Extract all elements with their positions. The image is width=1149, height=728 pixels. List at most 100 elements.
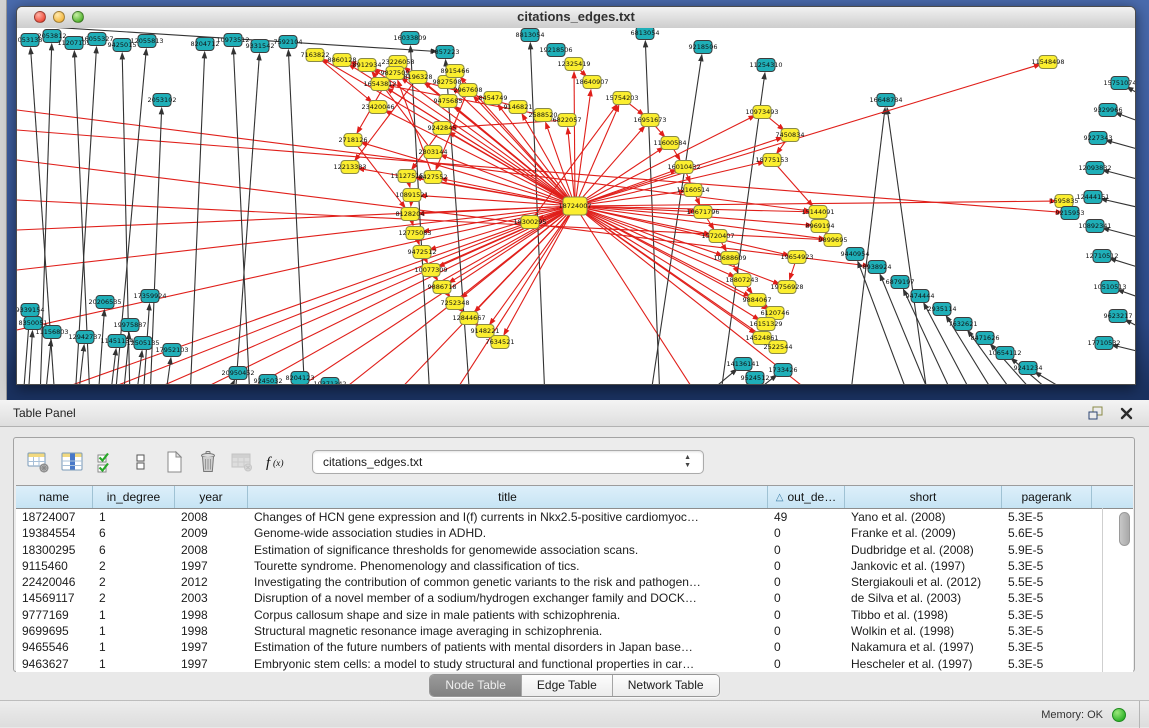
table-cell: 2: [93, 590, 175, 606]
column-header-year[interactable]: year: [175, 486, 248, 508]
table-cell: 0: [768, 623, 845, 639]
rows-icon[interactable]: [126, 448, 153, 476]
table-cell: 18300295: [16, 542, 93, 558]
delete-icon[interactable]: [194, 448, 221, 476]
close-window-button[interactable]: [34, 11, 46, 23]
window-titlebar[interactable]: citations_edges.txt: [17, 7, 1135, 29]
table-row[interactable]: 1830029562008Estimation of significance …: [16, 542, 1133, 558]
column-header-in_degree[interactable]: in_degree: [93, 486, 175, 508]
table-row[interactable]: 946362711997Embryonic stem cells: a mode…: [16, 656, 1133, 672]
graph-node-label: 10671796: [686, 208, 719, 216]
tab-network-table[interactable]: Network Table: [613, 675, 719, 696]
tab-edge-table[interactable]: Edge Table: [522, 675, 613, 696]
minimize-window-button[interactable]: [53, 11, 65, 23]
column-header-title[interactable]: title: [248, 486, 768, 508]
vertical-scrollbar[interactable]: [1119, 512, 1130, 546]
table-content-box: f(x) citations_edges.txt ▲▼ name in_degre…: [13, 437, 1135, 672]
graph-node-label: 9331542: [246, 42, 275, 50]
table-row[interactable]: 969969511998Structural magnetic resonanc…: [16, 623, 1133, 639]
graph-node-label: 19654923: [780, 253, 813, 261]
graph-node-label: 9886718: [428, 283, 457, 291]
table-cell: 0: [768, 542, 845, 558]
graph-node-label: 9524512: [741, 374, 770, 382]
table-row[interactable]: 977716911998Corpus callosum shape and si…: [16, 607, 1133, 623]
float-panel-icon[interactable]: [1087, 406, 1105, 422]
column-header-label: title: [498, 490, 517, 504]
function-builder-icon[interactable]: f(x): [262, 448, 289, 476]
table-row[interactable]: 1456911722003Disruption of a novel membe…: [16, 590, 1133, 606]
table-cell: 9699695: [16, 623, 93, 639]
table-row[interactable]: 946554611997Estimation of the future num…: [16, 639, 1133, 655]
graph-node-label: 8204123: [286, 374, 315, 382]
table-row[interactable]: 1872400712008Changes of HCN gene express…: [16, 509, 1133, 525]
graph-node-label: 19218506: [539, 46, 572, 54]
graph-node-label: 9215953: [1056, 209, 1085, 217]
table-tabbar: Node TableEdge TableNetwork Table: [0, 674, 1149, 696]
memory-status-label: Memory: OK: [1041, 701, 1103, 728]
graph-node-label: 9440954: [841, 250, 870, 258]
table-cell: Estimation of the future numbers of pati…: [248, 639, 768, 655]
table-cell: 5.6E-5: [1002, 525, 1092, 541]
table-cell: 0: [768, 558, 845, 574]
table-cell: 2012: [175, 574, 248, 590]
table-cell: 5.5E-5: [1002, 574, 1092, 590]
table-cell: 2008: [175, 509, 248, 525]
graph-node-label: 2967608: [454, 86, 483, 94]
zoom-window-button[interactable]: [72, 11, 84, 23]
table-cell: 0: [768, 525, 845, 541]
table-cell: 1998: [175, 623, 248, 639]
graph-node-label: 9474444: [906, 292, 935, 300]
graph-node-label: 16033809: [393, 34, 426, 42]
table-row[interactable]: 1938455462009Genome-wide association stu…: [16, 525, 1133, 541]
table-row[interactable]: 911546021997Tourette syndrome. Phenomeno…: [16, 558, 1133, 574]
table-selector-combobox[interactable]: citations_edges.txt ▲▼: [312, 450, 704, 474]
column-header-pagerank[interactable]: pagerank: [1002, 486, 1092, 508]
table-panel-title: Table Panel: [13, 406, 76, 420]
graph-node-label: 20206535: [88, 298, 121, 306]
column-header-label: pagerank: [1021, 490, 1071, 504]
table-cell: 9465546: [16, 639, 93, 655]
table-cell: 5.3E-5: [1002, 656, 1092, 672]
table-cell: 1: [93, 509, 175, 525]
column-header-short[interactable]: short: [845, 486, 1002, 508]
table-row[interactable]: 2242004622012Investigating the contribut…: [16, 574, 1133, 590]
graph-node-label: 9884067: [743, 296, 772, 304]
graph-node-label: 8938924: [863, 263, 892, 271]
table-cell: 5.3E-5: [1002, 623, 1092, 639]
network-canvas[interactable]: 1872400771638228860128891293423226058982…: [17, 28, 1135, 384]
table-cell: 0: [768, 656, 845, 672]
graph-node-label: 16151329: [749, 320, 782, 328]
close-panel-icon[interactable]: [1117, 406, 1135, 422]
graph-node-label: 10510513: [1093, 283, 1126, 291]
node-table: name in_degree year title △out_de…short pager…: [16, 485, 1133, 672]
graph-node-label: 20950452: [221, 369, 254, 377]
import-table-disabled-icon[interactable]: [228, 448, 255, 476]
graph-node-label: 16648784: [869, 96, 902, 104]
graph-node-label: 12093832: [1078, 164, 1111, 172]
column-header-label: year: [199, 490, 222, 504]
table-header-row: name in_degree year title △out_de…short pager…: [16, 486, 1133, 509]
table-cell: 2003: [175, 590, 248, 606]
column-header-out_de[interactable]: △out_de…: [768, 486, 845, 508]
column-header-name[interactable]: name: [16, 486, 93, 508]
table-cell: 19384554: [16, 525, 93, 541]
column-visibility-icon[interactable]: [58, 448, 85, 476]
table-cell: Nakamura et al. (1997): [845, 639, 1002, 655]
graph-node-label: 10891521: [395, 191, 428, 199]
graph-node-label: 12160514: [676, 186, 709, 194]
table-cell: 2: [93, 574, 175, 590]
table-cell: Investigating the contribution of common…: [248, 574, 768, 590]
graph-node-label: 16010432: [667, 163, 700, 171]
table-cell: 22420046: [16, 574, 93, 590]
table-cell: Estimation of significance thresholds fo…: [248, 542, 768, 558]
graph-node-label: 18724007: [558, 202, 591, 210]
column-header-label: name: [39, 490, 69, 504]
graph-node-label: 2053102: [148, 96, 177, 104]
tab-node-table[interactable]: Node Table: [430, 675, 522, 696]
select-mode-icon[interactable]: [92, 448, 119, 476]
table-cell: Structural magnetic resonance image aver…: [248, 623, 768, 639]
new-document-icon[interactable]: [160, 448, 187, 476]
graph-node-label: 23420046: [361, 103, 394, 111]
sort-ascending-icon: △: [776, 492, 784, 503]
table-settings-icon[interactable]: [24, 448, 51, 476]
